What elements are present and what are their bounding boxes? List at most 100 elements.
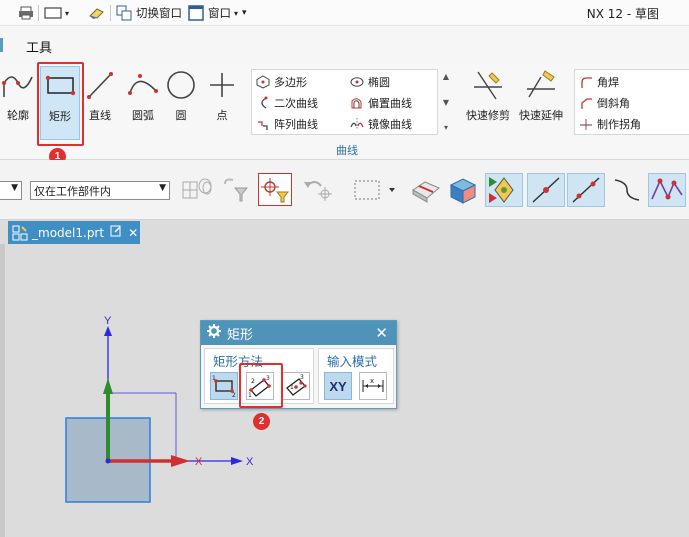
undo-selection-icon[interactable] [300,174,336,206]
eraser-icon[interactable] [88,4,106,22]
print-icon[interactable] [18,4,34,22]
from-center-button[interactable]: 31 [282,372,310,400]
make-corner-icon [580,119,592,130]
part-file-icon [12,225,28,240]
switch-window-button[interactable]: 切换窗口 [116,4,182,22]
y-axis-label: Y [104,315,112,327]
curve-list-scroll[interactable]: ▲ ▼ ▾ [441,72,451,132]
window-menu[interactable]: 窗口 ▾ ▾ [188,4,247,22]
fillet-icon [581,77,592,88]
xy-mode-button[interactable]: XY [324,372,352,400]
rectangle-dialog: 矩形 ✕ 矩形方法 12 231 31 输入模式 XY x [200,320,397,409]
point-icon [210,73,234,97]
pattern-curve-icon [258,121,268,130]
circle-icon [167,71,195,99]
input-mode-label: 输入模式 [327,354,378,369]
scroll-down-icon[interactable]: ▼ [443,98,449,107]
title-bar: ▾ 切换窗口 窗口 ▾ ▾ NX 12 - 草图 [0,0,689,26]
tab-tools[interactable]: 工具 [26,37,52,56]
x-axis-label-red: X [195,456,203,468]
ellipse-icon [350,77,364,87]
conic-command[interactable]: 二次曲线 [256,94,318,112]
document-tab[interactable]: _model1.prt ✕ [8,221,140,244]
window-display-icon[interactable]: ▾ [44,4,69,22]
by-2-points-button[interactable]: 12 [210,372,238,400]
svg-text:x: x [370,377,374,385]
close-icon[interactable]: ✕ [375,324,388,342]
profile-icon [2,76,33,97]
mirror-curve-command[interactable]: 镜像曲线 [350,115,412,133]
step2-highlight [239,363,283,408]
ellipse-command[interactable]: 椭圆 [350,73,390,91]
polygon-command[interactable]: 多边形 [256,73,307,91]
circle-button[interactable]: 圆 [164,66,198,140]
tab-marker [0,38,3,52]
switch-window-icon [116,5,132,21]
eraser-select-icon[interactable] [408,174,442,206]
conic-icon [261,96,268,109]
snap-spline-icon[interactable] [648,173,686,207]
x-axis-arrow [231,457,243,465]
dialog-title-bar[interactable]: 矩形 ✕ [201,321,396,345]
quick-trim-icon [474,71,502,100]
ribbon: 轮廓 矩形 直线 圆弧 圆 点 多边形 椭圆 二次曲线 偏置曲线 阵列曲线 镜像… [0,64,689,160]
selection-filter-bar: ▼ 仅在工作部件内 ▼ [0,160,689,220]
gear-icon[interactable] [207,324,221,342]
offset-curve-icon [351,98,362,109]
dialog-title: 矩形 [227,327,254,343]
chamfer-command[interactable]: 倒斜角 [579,94,630,112]
make-corner-command[interactable]: 制作拐角 [579,115,641,133]
svg-text:2: 2 [232,392,236,398]
snap-point-icon[interactable] [258,173,292,206]
profile-button[interactable]: 轮廓 [2,66,34,140]
snap-line-icon[interactable] [527,173,565,207]
rectangle-select-icon[interactable] [350,174,398,206]
quick-extend-button[interactable]: 快速延伸 [516,66,566,140]
curve-group-label: 曲线 [336,144,358,157]
mirror-curve-icon [350,118,364,130]
input-mode-section: 输入模式 XY x [318,348,394,404]
line-button[interactable]: 直线 [84,66,116,140]
solid-body-icon[interactable] [446,174,480,206]
line-icon [87,72,113,99]
app-title: NX 12 - 草图 [586,7,659,21]
x-axis-label-blue: X [246,456,254,468]
scroll-up-icon[interactable]: ▲ [443,72,449,81]
scope-filter-select[interactable]: 仅在工作部件内 ▼ [30,181,170,200]
two-points-rectangle-icon: 12 [212,375,236,398]
curve-snap-icon[interactable] [610,174,644,206]
point-button[interactable]: 点 [205,66,239,140]
window-icon [188,5,204,21]
assembly-filter-icon[interactable] [180,174,216,206]
svg-text:3: 3 [300,374,304,381]
type-filter-select[interactable]: ▼ [0,181,22,200]
step2-badge: 2 [253,413,270,430]
menu-tab-row: 工具 [0,26,689,64]
quick-extend-icon [527,70,555,98]
close-tab-icon[interactable]: ✕ [128,226,138,240]
svg-text:1: 1 [290,384,294,391]
pattern-curve-command[interactable]: 阵列曲线 [256,115,318,133]
quick-trim-button[interactable]: 快速修剪 [463,66,513,140]
chamfer-icon [581,98,592,109]
funnel-filter-icon[interactable] [220,174,252,206]
modified-icon [110,225,122,240]
parameter-mode-icon: x [362,377,384,392]
center-rectangle-icon: 31 [286,374,307,396]
document-tab-bar: _model1.prt ✕ [0,220,689,244]
fillet-command[interactable]: 角焊 [579,73,619,91]
corner-command-list: 角焊 倒斜角 制作拐角 [574,69,689,135]
y-axis-arrow [104,326,112,336]
svg-text:1: 1 [212,375,216,382]
offset-curve-command[interactable]: 偏置曲线 [350,94,412,112]
parameter-mode-button[interactable]: x [359,372,387,400]
arc-button[interactable]: 圆弧 [126,66,160,140]
origin-point [105,458,111,464]
polygon-icon [256,75,270,89]
curve-command-list: 多边形 椭圆 二次曲线 偏置曲线 阵列曲线 镜像曲线 [251,69,438,135]
snap-midpoint-icon[interactable] [567,173,605,207]
expand-list-icon[interactable]: ▾ [444,123,448,132]
arc-icon [128,74,158,95]
snap-endpoint-icon[interactable] [485,173,523,207]
step1-highlight [37,62,84,146]
